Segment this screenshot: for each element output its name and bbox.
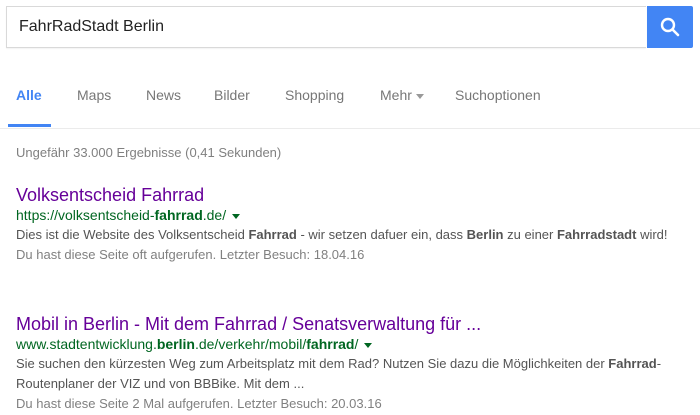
search-result: Volksentscheid Fahrrad https://volksents… xyxy=(16,184,696,265)
snippet-highlight: Fahrrad xyxy=(608,356,657,371)
visit-history: Du hast diese Seite oft aufgerufen. Letz… xyxy=(16,247,365,262)
snippet-highlight: Berlin xyxy=(466,227,504,242)
tab-bilder[interactable]: Bilder xyxy=(214,87,250,103)
tab-alle[interactable]: Alle xyxy=(16,87,42,103)
snippet-text: Sie suchen den kürzesten Weg zum Arbeits… xyxy=(16,356,609,371)
url-highlight: fahrrad xyxy=(306,336,355,352)
tab-shopping[interactable]: Shopping xyxy=(285,87,344,103)
search-input[interactable] xyxy=(7,7,619,47)
chevron-down-icon xyxy=(415,93,424,99)
snippet-highlight: Fahrradstadt xyxy=(556,227,637,242)
url-options-caret-icon[interactable] xyxy=(364,342,373,348)
url-part: https://volksentscheid- xyxy=(16,207,155,223)
url-part: www.stadtentwicklung. xyxy=(16,336,157,352)
result-snippet: Sie suchen den kürzesten Weg zum Arbeits… xyxy=(16,354,696,394)
result-title-link[interactable]: Volksentscheid Fahrrad xyxy=(16,184,696,206)
tab-maps[interactable]: Maps xyxy=(77,87,111,103)
snippet-text: zu einer xyxy=(503,227,557,242)
url-part: / xyxy=(354,336,359,352)
url-part: .de/ xyxy=(202,207,227,223)
search-icon xyxy=(660,17,680,37)
snippet-text: Dies ist die Website des Volksentscheid xyxy=(16,227,249,242)
search-result: Mobil in Berlin - Mit dem Fahrrad / Sena… xyxy=(16,313,696,414)
search-tabs: Alle Maps News Bilder Shopping Mehr Such… xyxy=(0,60,700,129)
result-title-link[interactable]: Mobil in Berlin - Mit dem Fahrrad / Sena… xyxy=(16,313,696,335)
snippet-text: wird! xyxy=(636,227,668,242)
tab-suchoptionen[interactable]: Suchoptionen xyxy=(455,87,541,103)
result-url: www.stadtentwicklung.berlin.de/verkehr/m… xyxy=(16,335,696,353)
url-options-caret-icon[interactable] xyxy=(232,213,241,219)
active-tab-indicator xyxy=(8,124,51,127)
snippet-text: - wir setzen dafuer ein, dass xyxy=(296,227,467,242)
search-box[interactable] xyxy=(6,6,646,48)
search-button[interactable] xyxy=(647,6,693,48)
result-stats: Ungefähr 33.000 Ergebnisse (0,41 Sekunde… xyxy=(16,145,282,160)
tab-mehr[interactable]: Mehr xyxy=(380,87,424,103)
tab-mehr-label: Mehr xyxy=(380,87,412,103)
url-part: .de/verkehr/mobil/ xyxy=(194,336,307,352)
visit-history: Du hast diese Seite 2 Mal aufgerufen. Le… xyxy=(16,396,382,411)
top-bar xyxy=(0,0,700,60)
result-url: https://volksentscheid-fahrrad.de/ xyxy=(16,206,696,224)
url-highlight: berlin xyxy=(156,336,195,352)
url-highlight: fahrrad xyxy=(154,207,203,223)
snippet-highlight: Fahrrad xyxy=(248,227,297,242)
result-snippet: Dies ist die Website des Volksentscheid … xyxy=(16,225,696,245)
tab-news[interactable]: News xyxy=(146,87,181,103)
